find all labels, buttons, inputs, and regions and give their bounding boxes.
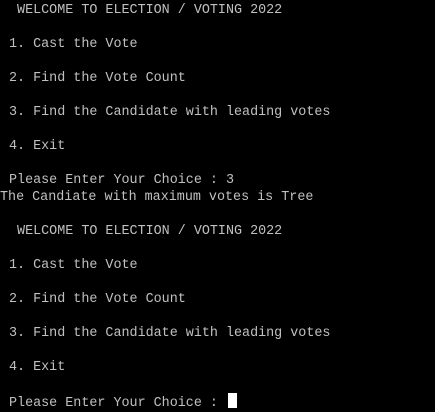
console-window[interactable]: WELCOME TO ELECTION / VOTING 2022 1. Cas…	[0, 0, 435, 412]
menu-option-vote-count: 2. Find the Vote Count	[9, 292, 186, 307]
menu-option-exit: 4. Exit	[9, 139, 66, 154]
choice-prompt-label: Please Enter Your Choice :	[9, 173, 226, 188]
welcome-title: WELCOME TO ELECTION / VOTING 2022	[9, 3, 283, 18]
choice-prompt: Please Enter Your Choice :	[9, 393, 237, 411]
welcome-title: WELCOME TO ELECTION / VOTING 2022	[9, 224, 283, 239]
result-message: The Candiate with maximum votes is Tree	[0, 190, 314, 205]
menu-option-vote-count: 2. Find the Vote Count	[9, 71, 186, 86]
choice-entered: 3	[225, 173, 235, 188]
menu-option-leading-candidate: 3. Find the Candidate with leading votes	[9, 326, 331, 341]
choice-prompt: Please Enter Your Choice : 3	[9, 172, 234, 189]
menu-option-leading-candidate: 3. Find the Candidate with leading votes	[9, 105, 331, 120]
text-cursor[interactable]	[227, 393, 237, 408]
menu-option-cast-vote: 1. Cast the Vote	[9, 258, 138, 273]
menu-option-exit: 4. Exit	[9, 360, 66, 375]
choice-prompt-label: Please Enter Your Choice :	[9, 396, 226, 411]
menu-option-cast-vote: 1. Cast the Vote	[9, 37, 138, 52]
